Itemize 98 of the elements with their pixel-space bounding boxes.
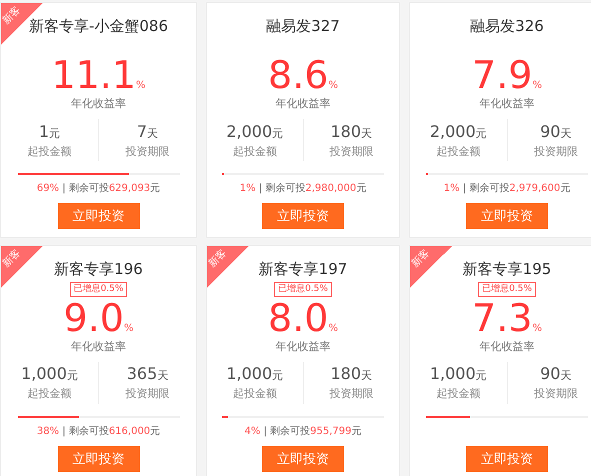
- rate-label: 年化收益率: [71, 96, 126, 111]
- rate-unit: %: [136, 81, 146, 91]
- stat-unit: 元: [476, 369, 487, 382]
- amount-unit: 元: [560, 183, 570, 194]
- progress-percent: 4%: [244, 426, 260, 437]
- ribbon-label: 新客: [1, 5, 23, 27]
- remaining-amount: 2,979,600: [509, 183, 560, 194]
- rate-unit: %: [532, 81, 542, 91]
- stat-unit: 元: [49, 126, 60, 140]
- bonus-tag: 已增息0.5%: [274, 282, 332, 297]
- rate-value: 9.0: [64, 298, 124, 337]
- stat-unit: 元: [272, 126, 284, 140]
- separator: |: [258, 183, 262, 194]
- rate-unit: %: [328, 81, 338, 91]
- product-title: 新客专享-小金蟹086: [28, 17, 168, 36]
- invest-button[interactable]: 立即投资: [58, 203, 140, 229]
- stat-label: 起投金额: [436, 386, 480, 402]
- stat-label: 投资期限: [329, 386, 374, 402]
- remaining-label: 剩余可投: [68, 183, 109, 194]
- invest-button[interactable]: 立即投资: [262, 446, 344, 472]
- stat-unit: 天: [157, 369, 168, 382]
- stat-unit: 天: [560, 126, 572, 140]
- product-title: 融易发327: [266, 17, 340, 36]
- progress-percent: 1%: [240, 183, 256, 194]
- stat-value: 180: [330, 364, 362, 384]
- remaining-label: 剩余可投: [68, 426, 109, 437]
- invest-button[interactable]: 立即投资: [466, 446, 548, 472]
- remaining-label: 剩余可投: [270, 426, 310, 437]
- invest-button[interactable]: 立即投资: [466, 203, 548, 229]
- stat-value: 90: [540, 364, 560, 384]
- remaining-amount: 629,093: [108, 183, 150, 194]
- stat-value: 1,000: [430, 364, 476, 384]
- progress-percent: 1%: [444, 183, 460, 194]
- remaining-label: 剩余可投: [265, 183, 306, 194]
- remaining-amount: 2,980,000: [305, 183, 356, 194]
- rate-value: 8.0: [268, 298, 328, 337]
- rate-unit: %: [124, 324, 134, 334]
- product-title: 融易发326: [470, 17, 544, 36]
- rate-unit: %: [328, 324, 338, 334]
- invest-button[interactable]: 立即投资: [58, 446, 140, 472]
- rate-value: 11.1: [51, 56, 136, 94]
- rate-unit: %: [532, 324, 542, 334]
- amount-unit: 元: [356, 183, 366, 194]
- stat-label: 投资期限: [534, 386, 578, 402]
- amount-unit: 元: [150, 183, 160, 194]
- stat-value: 1,000: [21, 364, 67, 384]
- bonus-tag: 已增息0.5%: [478, 282, 536, 297]
- amount-unit: 元: [150, 426, 160, 437]
- stat-unit: 元: [476, 126, 487, 140]
- stat-unit: 天: [147, 126, 158, 140]
- stat-label: 起投金额: [436, 144, 480, 158]
- stat-value: 90: [540, 122, 560, 140]
- ribbon-label: 新客: [207, 248, 229, 270]
- invest-button[interactable]: 立即投资: [262, 203, 344, 229]
- stat-value: 1: [38, 122, 50, 140]
- stat-label: 投资期限: [329, 144, 374, 158]
- stat-unit: 天: [560, 369, 572, 382]
- remaining-amount: 955,799: [310, 426, 352, 437]
- rate-label: 年化收益率: [276, 96, 330, 111]
- stat-unit: 元: [272, 369, 284, 382]
- rate-label: 年化收益率: [480, 338, 534, 354]
- stat-unit: 元: [66, 369, 78, 382]
- stat-label: 起投金额: [232, 144, 277, 158]
- remaining-amount: 616,000: [108, 426, 150, 437]
- progress-percent: 69%: [36, 183, 60, 194]
- remaining-label: 剩余可投: [469, 183, 510, 194]
- stat-label: 投资期限: [126, 386, 170, 402]
- stat-value: 2,000: [430, 122, 476, 140]
- stat-label: 起投金额: [28, 144, 72, 158]
- stat-value: 1,000: [226, 364, 272, 384]
- bonus-tag: 已增息0.5%: [70, 282, 128, 297]
- stat-unit: 天: [361, 369, 372, 382]
- amount-unit: 元: [351, 426, 362, 437]
- product-title: 新客专享197: [258, 260, 348, 279]
- ribbon-label: 新客: [1, 248, 23, 270]
- rate-label: 年化收益率: [480, 96, 534, 111]
- stat-label: 起投金额: [232, 386, 277, 402]
- stat-label: 投资期限: [126, 144, 170, 158]
- rate-label: 年化收益率: [71, 338, 126, 354]
- stat-value: 7: [136, 122, 148, 140]
- stat-value: 180: [330, 122, 362, 140]
- separator: |: [264, 426, 267, 437]
- product-title: 新客专享196: [54, 260, 143, 279]
- ribbon-label: 新客: [410, 248, 432, 270]
- separator: |: [62, 183, 66, 194]
- stat-label: 起投金额: [28, 386, 72, 402]
- stat-label: 投资期限: [534, 144, 578, 158]
- rate-value: 7.3: [472, 298, 532, 337]
- stat-unit: 天: [361, 126, 372, 140]
- stat-value: 2,000: [226, 122, 272, 140]
- separator: |: [462, 183, 466, 194]
- separator: |: [62, 426, 66, 437]
- progress-percent: 38%: [36, 426, 60, 437]
- rate-value: 7.9: [472, 56, 532, 94]
- rate-value: 8.6: [268, 56, 328, 94]
- rate-label: 年化收益率: [276, 338, 330, 354]
- stat-value: 365: [126, 364, 158, 384]
- product-title: 新客专享195: [462, 260, 552, 279]
